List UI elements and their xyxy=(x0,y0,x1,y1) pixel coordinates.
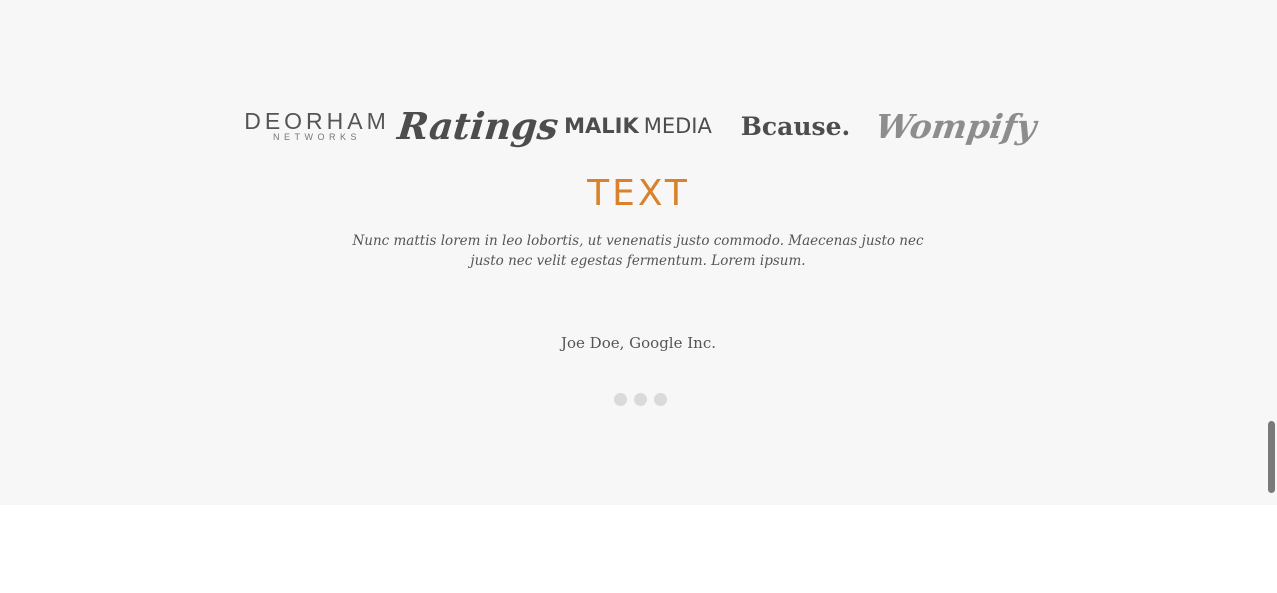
testimonial-author: Joe Doe, Google Inc. xyxy=(560,334,716,352)
logo-bcause: Bcause. xyxy=(740,111,851,141)
logo-malik-media: MALIK MEDIA xyxy=(563,96,713,156)
page-scrollbar[interactable] xyxy=(1268,421,1275,493)
logo-malik-bold: MALIK xyxy=(564,114,639,138)
testimonial-title: TEXT xyxy=(587,173,690,214)
logo-deorham-sub: NETWORKS xyxy=(272,132,361,142)
logo-ratings: Ratings xyxy=(395,104,561,148)
logo-malik-light: MEDIA xyxy=(643,114,712,138)
logo-wompify: Wompify xyxy=(873,106,1039,146)
logo-deorham-name: DEORHAM xyxy=(244,108,390,134)
slider-dot-2[interactable] xyxy=(634,393,647,406)
client-logos: DEORHAM NETWORKS Ratings MALIK MEDIA Bca… xyxy=(238,96,1039,156)
slider-dot-1[interactable] xyxy=(614,393,627,406)
slider-dot-3[interactable] xyxy=(654,393,667,406)
slider-pagination xyxy=(614,393,667,406)
testimonial-quote: Nunc mattis lorem in leo lobortis, ut ve… xyxy=(352,233,924,269)
testimonials-section: DEORHAM NETWORKS Ratings MALIK MEDIA Bca… xyxy=(0,0,1277,505)
logo-deorham: DEORHAM NETWORKS xyxy=(238,96,396,156)
